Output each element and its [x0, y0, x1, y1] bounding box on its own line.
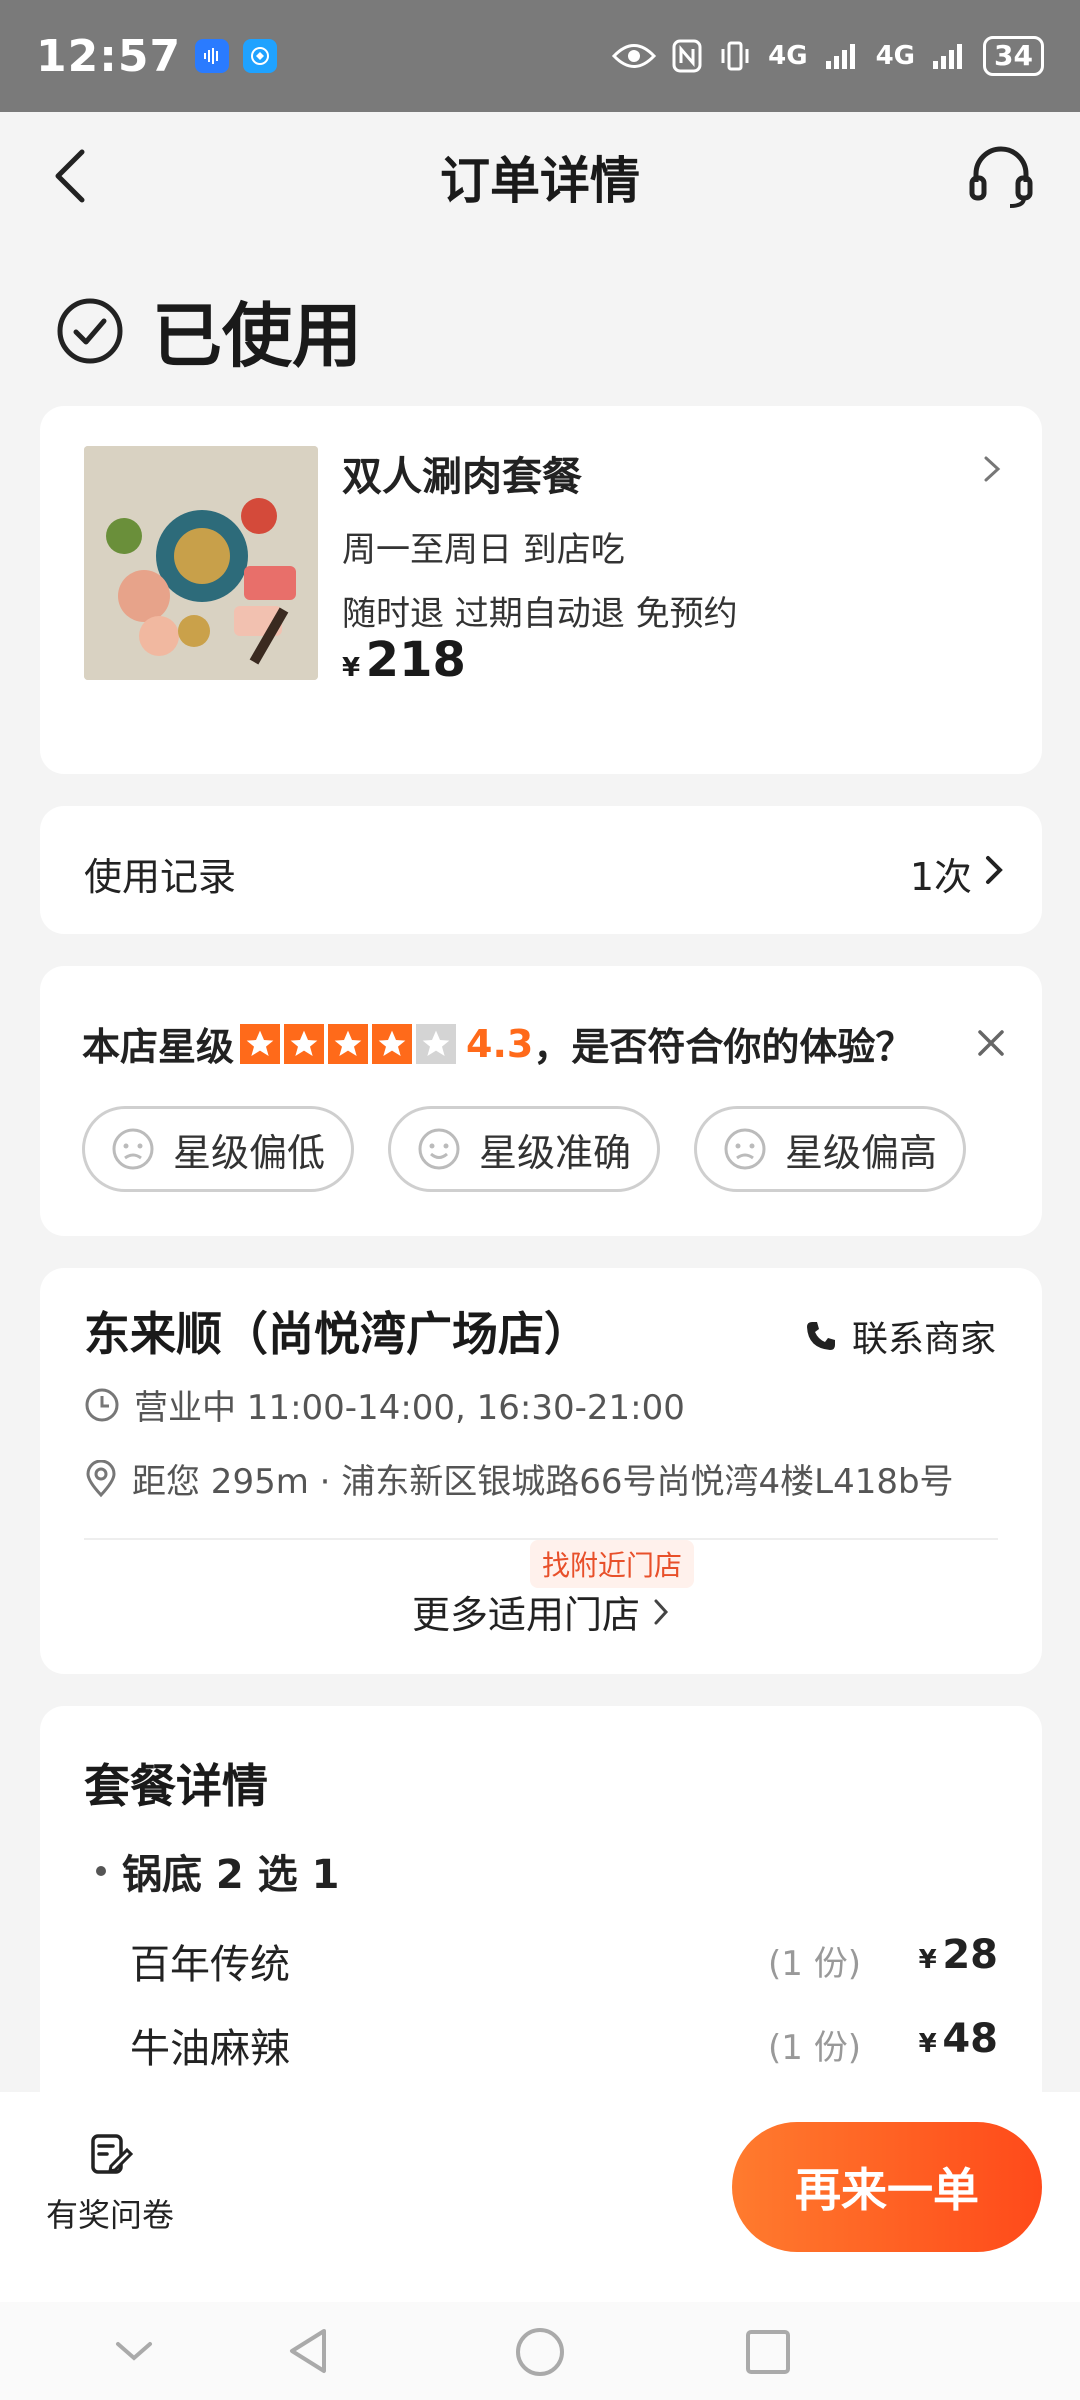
chevron-right-icon	[984, 456, 1001, 482]
system-nav-bar	[0, 2302, 1080, 2400]
currency-symbol: ¥	[918, 1945, 937, 1975]
location-pin-icon	[86, 1459, 116, 1497]
smile-face-icon	[418, 1128, 460, 1170]
check-circle-icon	[57, 298, 123, 363]
recents-square-icon[interactable]	[744, 2328, 792, 2376]
rating-card: 本店星级 4.3 ，是否符合你的体验？ 星级偏低 星级准确 星级偏高	[40, 966, 1042, 1236]
usage-record-row[interactable]: 使用记录 1次	[40, 806, 1042, 934]
close-icon[interactable]	[976, 1028, 1006, 1058]
package-item-price: ¥ 48	[919, 2016, 998, 2062]
star-rating	[240, 1023, 457, 1064]
usage-record-count: 1次	[909, 855, 972, 899]
price-amount: 48	[942, 2016, 998, 2062]
currency-symbol: ¥	[342, 653, 361, 683]
home-circle-icon[interactable]	[514, 2326, 566, 2378]
order-status: 已使用	[56, 280, 362, 381]
rating-low-label: 星级偏低	[172, 1130, 325, 1175]
contact-merchant-label: 联系商家	[851, 1319, 996, 1360]
product-title: 双人涮肉套餐	[342, 454, 582, 500]
nfc-icon	[672, 39, 702, 73]
status-time: 12:57	[36, 30, 182, 82]
headset-icon[interactable]	[966, 142, 1036, 212]
sad-face-icon	[112, 1128, 154, 1170]
package-item-name: 百年传统	[130, 1942, 290, 1988]
rating-question: 本店星级 4.3 ，是否符合你的体验？	[82, 1016, 913, 1071]
more-stores-label: 更多适用门店	[411, 1593, 640, 1637]
reorder-label: 再来一单	[795, 2163, 979, 2217]
signal-2-label: 4G	[875, 41, 916, 71]
rating-high-label: 星级偏高	[784, 1130, 937, 1175]
store-name: 东来顺（尚悦湾广场店）	[84, 1307, 590, 1361]
signal-icon	[825, 44, 855, 69]
store-address-text: 距您 295m · 浦东新区银城路66号尚悦湾4楼L418b号	[132, 1462, 954, 1502]
usage-record-label: 使用记录	[84, 855, 237, 899]
vibrate-icon	[721, 41, 749, 71]
product-image	[84, 446, 318, 680]
chevron-right-icon	[986, 856, 1003, 884]
package-item-qty: (1 份)	[768, 2028, 861, 2068]
package-group-title: 锅底 2 选 1	[122, 1852, 340, 1898]
store-address[interactable]: 距您 295m · 浦东新区银城路66号尚悦湾4楼L418b号	[84, 1454, 954, 1503]
survey-button[interactable]: 有奖问卷	[30, 2132, 190, 2236]
order-status-label: 已使用	[152, 295, 362, 377]
store-card: 东来顺（尚悦湾广场店） 联系商家 营业中 11:00-14:00, 16:30-…	[40, 1268, 1042, 1674]
product-card[interactable]: 双人涮肉套餐 周一至周日 到店吃 随时退 过期自动退 免预约 ¥ 218	[40, 406, 1042, 774]
chevron-left-icon[interactable]	[44, 146, 104, 206]
page-title: 订单详情	[440, 152, 640, 210]
star-empty-icon	[416, 1023, 457, 1064]
phone-icon	[806, 1322, 835, 1350]
currency-symbol: ¥	[918, 2029, 937, 2059]
back-triangle-icon[interactable]	[284, 2326, 330, 2376]
star-icon	[328, 1023, 369, 1064]
rating-low-button[interactable]: 星级偏低	[82, 1106, 354, 1192]
status-bar: 12:57 4G 4G 34	[0, 0, 1080, 112]
package-item-qty: (1 份)	[768, 1944, 861, 1984]
product-refund-info: 随时退 过期自动退 免预约	[342, 594, 738, 634]
reorder-button[interactable]: 再来一单	[732, 2122, 1042, 2252]
chevron-down-icon[interactable]	[112, 2336, 156, 2366]
browser-app-icon	[243, 39, 278, 73]
eye-icon	[612, 44, 657, 68]
product-usage-info: 周一至周日 到店吃	[342, 530, 625, 570]
price-amount: 28	[942, 1932, 998, 1978]
package-title: 套餐详情	[84, 1759, 268, 1813]
bullet-dot	[96, 1866, 106, 1876]
rating-question-text: ，是否符合你的体验？	[533, 1025, 914, 1069]
rating-accurate-label: 星级准确	[478, 1130, 631, 1175]
store-hours-text: 营业中 11:00-14:00, 16:30-21:00	[134, 1388, 685, 1428]
star-icon	[372, 1023, 413, 1064]
battery-level: 34	[983, 36, 1044, 76]
store-hours: 营业中 11:00-14:00, 16:30-21:00	[84, 1380, 685, 1429]
survey-label: 有奖问卷	[45, 2196, 174, 2234]
rating-prefix: 本店星级	[82, 1025, 235, 1069]
survey-edit-icon	[91, 2134, 133, 2174]
rating-accurate-button[interactable]: 星级准确	[388, 1106, 660, 1192]
chevron-right-icon	[654, 1599, 669, 1624]
contact-merchant-button[interactable]: 联系商家	[804, 1310, 996, 1362]
bottom-action-bar: 有奖问卷 再来一单	[0, 2092, 1080, 2302]
sad-face-icon	[724, 1128, 766, 1170]
star-icon	[240, 1023, 281, 1064]
signal-icon	[933, 44, 963, 69]
more-stores-link[interactable]: 更多适用门店	[40, 1584, 1042, 1639]
package-group: 锅底 2 选 1	[96, 1842, 339, 1900]
rating-high-button[interactable]: 星级偏高	[694, 1106, 966, 1192]
signal-1-label: 4G	[768, 41, 808, 71]
rating-score: 4.3	[466, 1021, 534, 1066]
star-icon	[284, 1023, 325, 1064]
price-amount: 218	[365, 632, 466, 688]
clock-icon	[85, 1388, 119, 1421]
package-item-name: 牛油麻辣	[130, 2026, 290, 2072]
package-details-card: 套餐详情 锅底 2 选 1 百年传统 (1 份) ¥ 28 牛油麻辣 (1 份)…	[40, 1706, 1042, 2126]
nearby-store-badge: 找附近门店	[530, 1540, 695, 1588]
package-item-price: ¥ 28	[919, 1932, 998, 1978]
product-price: ¥ 218	[342, 632, 466, 688]
voice-app-icon	[195, 39, 230, 73]
top-bar: 订单详情	[0, 112, 1080, 242]
